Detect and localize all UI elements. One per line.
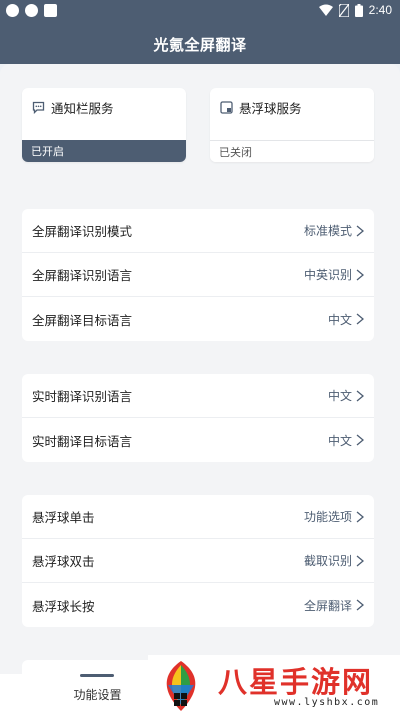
site-logo-icon [166,661,196,711]
chevron-right-icon [356,511,365,523]
chevron-right-icon [356,555,365,567]
setting-row-single-tap[interactable]: 悬浮球单击 功能选项 [22,495,374,539]
fullscreen-translate-settings: 全屏翻译识别模式 标准模式 全屏翻译识别语言 中英识别 全屏翻译目标语言 中文 [22,209,374,341]
chevron-right-icon [356,599,365,611]
setting-label: 全屏翻译识别语言 [32,268,133,283]
sync-notification-icon [25,4,38,17]
setting-value: 中文 [327,433,352,448]
setting-label: 全屏翻译目标语言 [32,312,133,328]
service-status: 已关闭 [210,140,374,162]
setting-label: 实时翻译目标语言 [32,433,133,449]
tab-label: 功能设置 [73,688,122,702]
clock: 2:40 [368,3,392,17]
setting-row-target-language[interactable]: 全屏翻译目标语言 中文 [22,297,374,341]
setting-label: 悬浮球双击 [32,554,95,569]
service-status: 已开启 [22,140,186,162]
chevron-right-icon [356,269,365,281]
page-title: 光氪全屏翻译 [153,35,247,54]
status-bar: 2:40 [0,0,400,24]
setting-value: 中文 [327,312,352,327]
app-bar: 光氪全屏翻译 [0,24,400,64]
setting-label: 悬浮球长按 [32,598,95,614]
setting-label: 实时翻译识别语言 [32,389,133,404]
floating-ball-service-card[interactable]: 悬浮球服务 已关闭 [210,88,374,162]
setting-row-realtime-target-language[interactable]: 实时翻译目标语言 中文 [22,418,374,462]
square-notification-icon [44,4,57,17]
chevron-right-icon [356,434,365,446]
chevron-right-icon [356,313,365,325]
notification-service-card[interactable]: 通知栏服务 已开启 [22,88,186,162]
chat-bubble-icon [32,101,45,115]
setting-value: 截取识别 [303,554,352,568]
chevron-right-icon [356,390,365,402]
realtime-translate-settings: 实时翻译识别语言 中文 实时翻译目标语言 中文 [22,374,374,462]
service-title: 悬浮球服务 [239,101,302,116]
setting-value: 功能选项 [303,510,352,524]
setting-value: 全屏翻译 [303,598,352,613]
settings-content: 通知栏服务 已开启 悬浮球服务 已关闭 全屏翻译识别模式 标准模式 全屏翻译识别… [0,64,400,674]
floating-ball-settings: 悬浮球单击 功能选项 悬浮球双击 截取识别 悬浮球长按 全屏翻译 [22,495,374,627]
setting-value: 中文 [327,389,352,403]
setting-value: 标准模式 [303,224,352,238]
setting-row-long-press[interactable]: 悬浮球长按 全屏翻译 [22,583,374,627]
setting-row-realtime-recognition-language[interactable]: 实时翻译识别语言 中文 [22,374,374,418]
setting-row-recognition-mode[interactable]: 全屏翻译识别模式 标准模式 [22,209,374,253]
chevron-right-icon [356,225,365,237]
setting-row-recognition-language[interactable]: 全屏翻译识别语言 中英识别 [22,253,374,297]
setting-value: 中英识别 [303,268,352,282]
app-notification-icon [6,4,19,17]
setting-label: 悬浮球单击 [32,510,95,525]
watermark-brand: 八星手游网 [218,665,374,699]
battery-icon [354,3,363,17]
site-watermark: 八星手游网 www.lyshbx.com [148,655,400,715]
floating-window-icon [220,101,233,114]
setting-row-double-tap[interactable]: 悬浮球双击 截取识别 [22,539,374,583]
watermark-url: www.lyshbx.com [274,697,380,708]
service-title: 通知栏服务 [51,101,114,116]
wifi-icon [318,4,333,16]
no-sim-icon [338,3,349,17]
notification-icons [6,4,57,17]
setting-label: 全屏翻译识别模式 [32,224,133,239]
active-tab-indicator [80,674,114,677]
